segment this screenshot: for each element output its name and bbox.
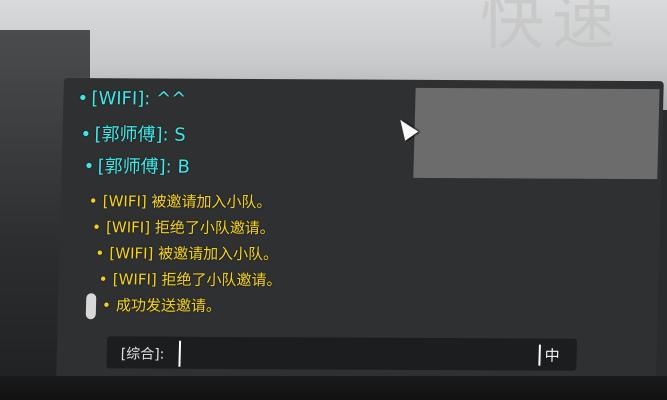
bullet-icon: • xyxy=(80,124,92,146)
chat-message: • [郭师傅]: S xyxy=(80,124,187,146)
bullet-icon: • xyxy=(88,192,98,211)
monitor-bottom-edge xyxy=(0,376,667,400)
bullet-icon: • xyxy=(77,88,89,110)
bullet-icon: • xyxy=(101,296,112,315)
overlay-window xyxy=(413,87,660,180)
system-message: • [WIFI] 拒绝了小队邀请。 xyxy=(98,270,282,290)
system-message: • [WIFI] 被邀请加入小队。 xyxy=(88,192,272,212)
chat-message: • [WIFI]: ^^ xyxy=(77,88,187,110)
chat-panel: • [WIFI]: ^^ • [郭师傅]: S • [郭师傅]: B • [WIFI] … xyxy=(56,78,664,382)
system-message: • [WIFI] 拒绝了小队邀请。 xyxy=(91,218,276,238)
chat-scrollbar[interactable] xyxy=(85,293,97,320)
channel-label[interactable]: [综合]: xyxy=(121,343,165,363)
bullet-icon: • xyxy=(91,218,102,237)
chat-input[interactable] xyxy=(178,340,487,369)
chat-input-bar: [综合]: 中 xyxy=(106,336,578,371)
system-message: • 成功发送邀请。 xyxy=(101,296,222,315)
system-message: • [WIFI] 被邀请加入小队。 xyxy=(95,244,279,264)
chat-message: • [郭师傅]: B xyxy=(83,156,191,178)
bullet-icon: • xyxy=(83,156,95,178)
ime-indicator[interactable]: 中 xyxy=(538,344,560,366)
bullet-icon: • xyxy=(98,270,108,289)
bullet-icon: • xyxy=(95,244,105,263)
